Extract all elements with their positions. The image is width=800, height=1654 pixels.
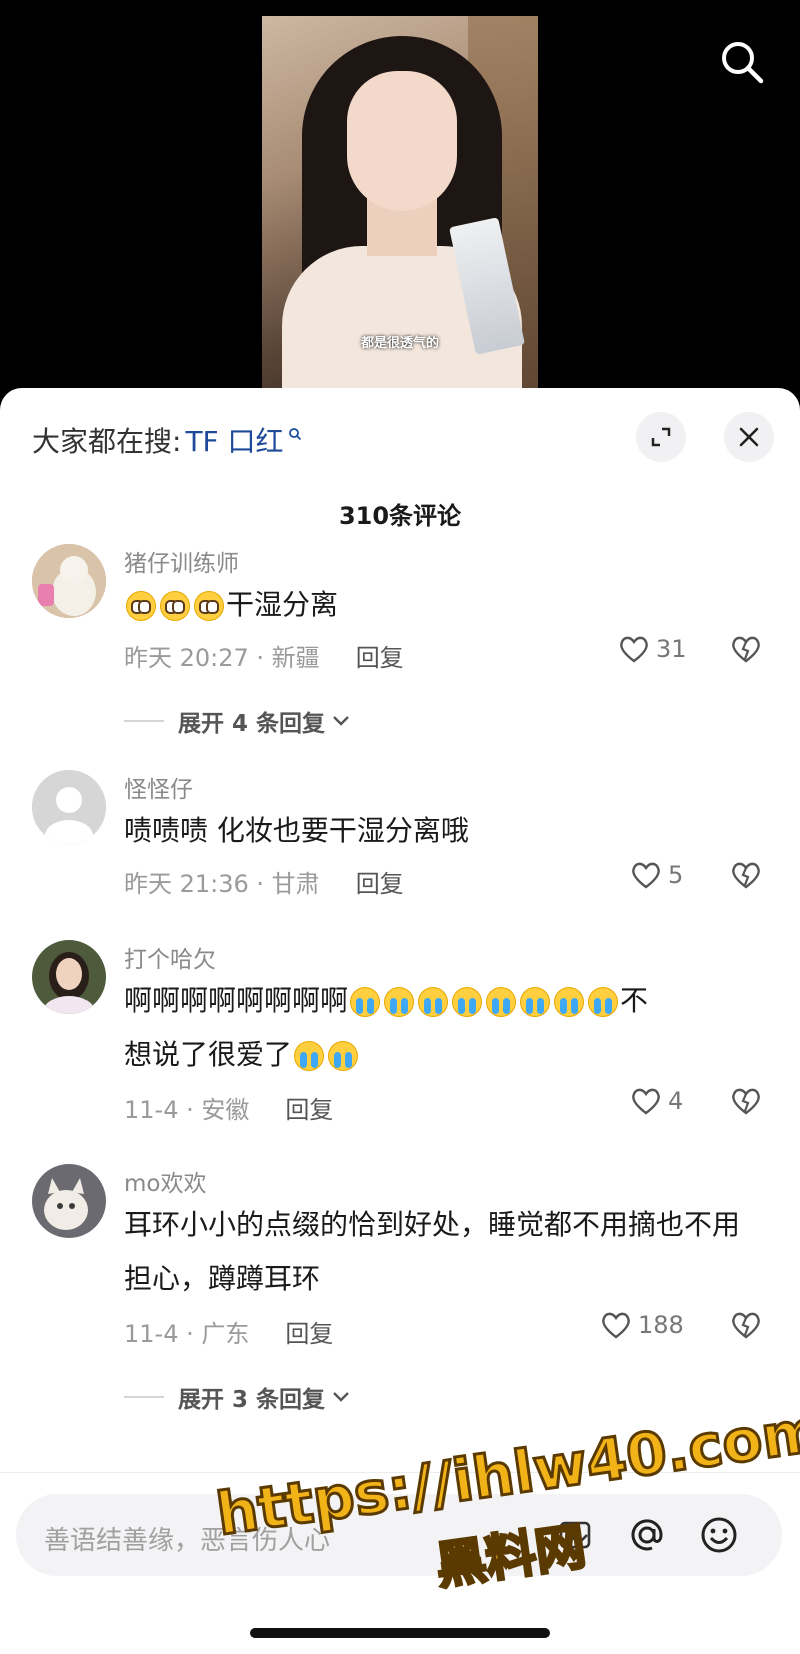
heart-icon bbox=[602, 1312, 630, 1339]
comment-meta: 昨天 20:27 · 新疆 回复 bbox=[124, 638, 404, 673]
heart-icon bbox=[632, 1088, 660, 1115]
reply-button[interactable]: 回复 bbox=[285, 1090, 333, 1125]
avatar[interactable] bbox=[32, 770, 106, 844]
default-avatar-icon bbox=[32, 770, 106, 844]
dislike-button[interactable] bbox=[730, 1310, 762, 1344]
comment-text-part: 想说了很爱了 bbox=[124, 1038, 293, 1071]
expand-replies-label: 展开 3 条回复 bbox=[178, 1387, 326, 1413]
comment-username[interactable]: mo欢欢 bbox=[124, 1164, 206, 1198]
chevron-down-icon bbox=[333, 1392, 349, 1402]
comment-text-body: 干湿分离 bbox=[226, 588, 339, 621]
broken-heart-icon bbox=[732, 862, 760, 889]
comment-username[interactable]: 打个哈欠 bbox=[124, 940, 216, 974]
broken-heart-icon bbox=[732, 1088, 760, 1115]
comment-time-location: 昨天 21:36 · 甘肃 bbox=[124, 870, 320, 898]
comment-text-part: 不 bbox=[620, 984, 649, 1017]
like-count: 31 bbox=[656, 635, 687, 663]
close-icon bbox=[739, 427, 759, 447]
crying-emoji bbox=[486, 987, 517, 1017]
video-area[interactable]: 都是很透气的 bbox=[0, 0, 800, 420]
like-button[interactable]: 188 bbox=[600, 1310, 684, 1340]
comment-meta: 昨天 21:36 · 甘肃 回复 bbox=[124, 864, 404, 899]
comment-text-part: 啊啊啊啊啊啊啊啊 bbox=[124, 984, 349, 1017]
crying-emoji bbox=[350, 987, 381, 1017]
comment-meta: 11-4 · 广东 回复 bbox=[124, 1314, 333, 1349]
expand-replies-label: 展开 4 条回复 bbox=[178, 711, 326, 737]
crying-emoji bbox=[328, 1041, 359, 1071]
crying-emoji bbox=[294, 1041, 325, 1071]
chevron-down-icon bbox=[333, 716, 349, 726]
avatar[interactable] bbox=[32, 544, 106, 618]
pleading-emoji bbox=[160, 591, 190, 621]
divider-line bbox=[124, 720, 164, 722]
like-count: 5 bbox=[668, 861, 684, 889]
comment-time-location: 昨天 20:27 · 新疆 bbox=[124, 644, 320, 672]
heart-icon bbox=[620, 636, 648, 663]
reply-button[interactable]: 回复 bbox=[285, 1314, 333, 1349]
search-button[interactable] bbox=[716, 36, 768, 88]
video-person-face bbox=[347, 71, 457, 211]
comment-meta: 11-4 · 安徽 回复 bbox=[124, 1090, 333, 1125]
comment-text: 干湿分离 bbox=[124, 578, 764, 632]
divider-line bbox=[124, 1396, 164, 1398]
broken-heart-icon bbox=[732, 636, 760, 663]
avatar[interactable] bbox=[32, 940, 106, 1014]
search-icon bbox=[722, 42, 764, 84]
trending-keyword[interactable]: TF 口红 bbox=[185, 420, 283, 460]
dislike-button[interactable] bbox=[730, 634, 762, 668]
avatar[interactable] bbox=[32, 1164, 106, 1238]
comment-username[interactable]: 猪仔训练师 bbox=[124, 544, 239, 578]
home-indicator[interactable] bbox=[250, 1628, 550, 1638]
comment-text: 啊啊啊啊啊啊啊啊 不想说了很爱了 bbox=[124, 974, 764, 1082]
video-thumbnail[interactable]: 都是很透气的 bbox=[262, 16, 538, 394]
heart-icon bbox=[632, 862, 660, 889]
dislike-button[interactable] bbox=[730, 860, 762, 894]
crying-emoji bbox=[588, 987, 619, 1017]
comment-time-location: 11-4 · 广东 bbox=[124, 1320, 250, 1348]
like-button[interactable]: 4 bbox=[630, 1086, 683, 1116]
comment-count: 310条评论 bbox=[338, 502, 462, 530]
comment-text: 耳环小小的点缀的恰到好处，睡觉都不用摘也不用担心，蹲蹲耳环 bbox=[124, 1208, 741, 1295]
video-caption: 都是很透气的 bbox=[360, 336, 439, 351]
kitten-avatar-image bbox=[32, 1164, 106, 1238]
pleading-emoji bbox=[194, 591, 224, 621]
like-button[interactable]: 5 bbox=[630, 860, 683, 890]
cat-avatar-image bbox=[32, 544, 106, 618]
expand-icon bbox=[651, 427, 671, 447]
crying-emoji bbox=[418, 987, 449, 1017]
crying-emoji bbox=[520, 987, 551, 1017]
sheet-header: 大家都在搜: TF 口红 bbox=[0, 388, 800, 488]
reply-button[interactable]: 回复 bbox=[356, 864, 404, 899]
broken-heart-icon bbox=[732, 1312, 760, 1339]
trending-prefix: 大家都在搜: bbox=[32, 425, 182, 458]
expand-replies[interactable]: 展开 4 条回复 bbox=[124, 704, 351, 738]
like-count: 188 bbox=[638, 1311, 684, 1339]
reply-button[interactable]: 回复 bbox=[356, 638, 404, 673]
comment-time-location: 11-4 · 安徽 bbox=[124, 1096, 250, 1124]
girl-avatar-image bbox=[32, 940, 106, 1014]
trending-search[interactable]: 大家都在搜: TF 口红 bbox=[32, 420, 302, 460]
like-count: 4 bbox=[668, 1087, 684, 1115]
expand-replies[interactable]: 展开 3 条回复 bbox=[124, 1380, 351, 1414]
expand-button[interactable] bbox=[636, 412, 686, 462]
like-button[interactable]: 31 bbox=[618, 634, 687, 664]
mini-search-icon bbox=[288, 428, 301, 441]
comment-text: 啧啧啧 化妆也要干湿分离哦 bbox=[124, 814, 469, 847]
comment-username[interactable]: 怪怪仔 bbox=[124, 770, 193, 804]
crying-emoji bbox=[384, 987, 415, 1017]
dislike-button[interactable] bbox=[730, 1086, 762, 1120]
crying-emoji bbox=[554, 987, 585, 1017]
pleading-emoji bbox=[126, 591, 156, 621]
close-button[interactable] bbox=[724, 412, 774, 462]
crying-emoji bbox=[452, 987, 483, 1017]
